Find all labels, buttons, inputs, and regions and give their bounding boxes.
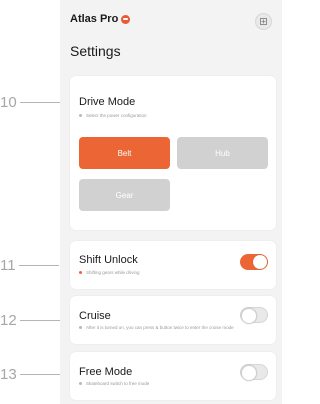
expand-icon	[260, 18, 267, 25]
page-title: Settings	[70, 43, 121, 59]
shift-unlock-description-text: Shifting gears while driving	[86, 270, 140, 275]
annotation-11: 11	[0, 257, 59, 274]
free-mode-description: Skateboard switch to free mode	[79, 381, 149, 386]
annotation-label: 12	[0, 312, 17, 329]
annotation-label: 10	[0, 94, 17, 111]
cruise-description-text: After it is turned on, you can press & b…	[86, 325, 234, 330]
cruise-toggle[interactable]	[240, 307, 268, 324]
status-dot	[79, 271, 82, 274]
option-belt-button[interactable]: Belt	[79, 137, 170, 169]
annotation-label: 11	[0, 257, 16, 274]
annotation-12: 12	[0, 312, 60, 329]
free-mode-description-text: Skateboard switch to free mode	[86, 381, 150, 386]
shift-unlock-description: Shifting gears while driving	[79, 270, 140, 275]
drive-mode-title: Drive Mode	[79, 96, 136, 108]
toggle-knob	[253, 255, 267, 269]
cruise-title: Cruise	[79, 310, 111, 322]
cruise-description: After it is turned on, you can press & b…	[79, 325, 234, 330]
annotation-10: 10	[0, 94, 60, 111]
drive-mode-card: Drive Mode Select the power configuratio…	[70, 76, 276, 230]
toggle-knob	[241, 308, 257, 324]
annotation-13: 13	[0, 366, 60, 383]
option-gear-button[interactable]: Gear	[79, 179, 170, 211]
free-mode-toggle[interactable]	[240, 364, 268, 381]
status-dot	[79, 326, 82, 329]
toggle-knob	[241, 365, 257, 381]
drive-mode-description-text: Select the power configuration	[86, 113, 147, 118]
expand-button[interactable]	[255, 13, 272, 30]
shift-unlock-title: Shift Unlock	[79, 254, 138, 266]
brand-badge-icon	[121, 14, 131, 24]
annotation-leader-line	[18, 265, 59, 266]
annotation-leader-line	[19, 374, 60, 375]
status-dot	[79, 114, 82, 117]
status-dot	[79, 382, 82, 385]
shift-unlock-toggle[interactable]	[240, 254, 268, 270]
annotation-leader-line	[19, 320, 60, 321]
option-hub-button[interactable]: Hub	[177, 137, 268, 169]
app-header: Atlas Pro	[70, 13, 131, 25]
annotation-label: 13	[0, 366, 17, 383]
app-name: Atlas Pro	[70, 13, 119, 25]
free-mode-title: Free Mode	[79, 366, 133, 378]
drive-mode-description: Select the power configuration	[79, 113, 147, 118]
annotation-leader-line	[19, 102, 60, 103]
